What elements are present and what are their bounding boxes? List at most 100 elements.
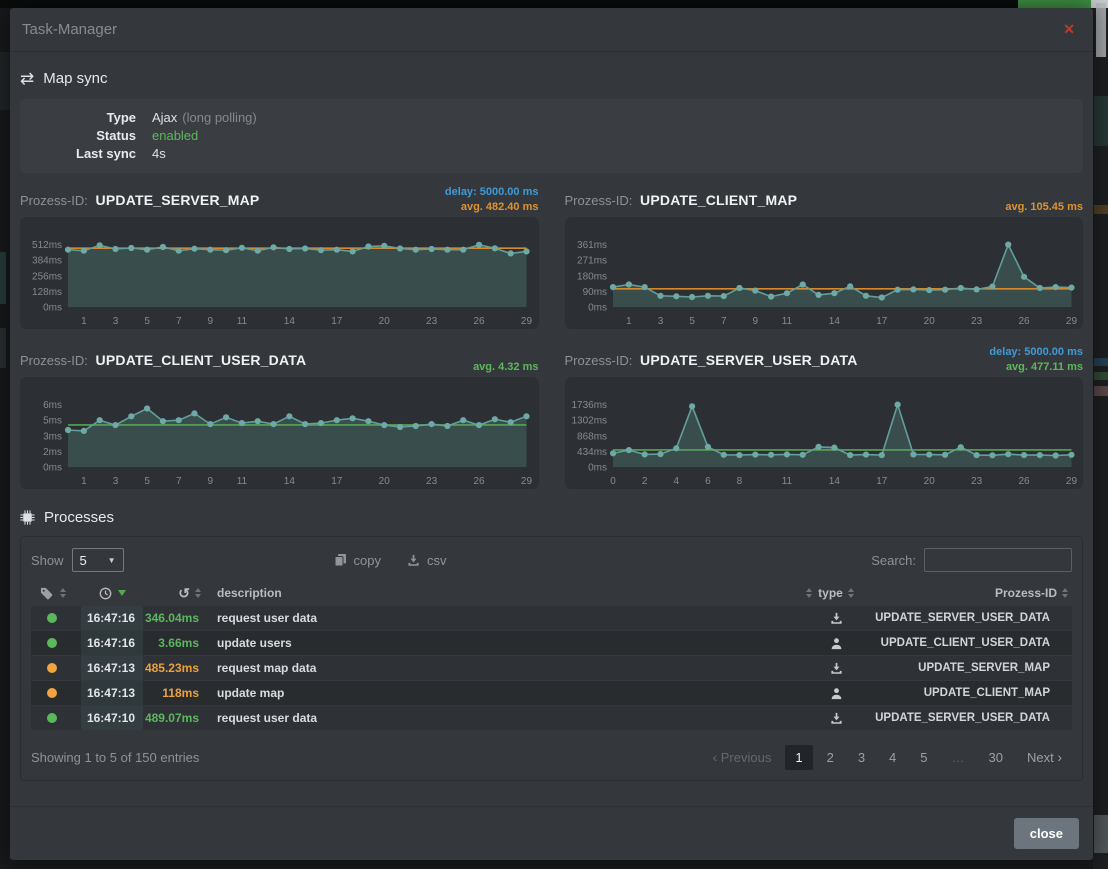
prozess-id-label: Prozess-ID: (20, 353, 88, 368)
table-controls: Show 5 ▼ copy (31, 545, 1072, 575)
underlying-page-fragment (1094, 386, 1108, 396)
svg-text:9: 9 (208, 476, 214, 487)
prozess-id-value: UPDATE_CLIENT_MAP (640, 192, 797, 208)
csv-button-label: csv (427, 553, 447, 568)
task-manager-modal: Task-Manager ✕ ⇄ Map sync Type Ajax(long… (10, 8, 1093, 860)
close-button[interactable]: close (1014, 818, 1079, 849)
svg-text:29: 29 (1065, 316, 1077, 327)
table-footer: Showing 1 to 5 of 150 entries ‹ Previous… (31, 740, 1072, 774)
svg-text:5ms: 5ms (43, 416, 62, 427)
pagination-next[interactable]: Next › (1017, 744, 1072, 770)
svg-text:2: 2 (641, 476, 647, 487)
svg-text:11: 11 (781, 476, 792, 487)
svg-text:26: 26 (1018, 476, 1030, 487)
sort-icon (60, 588, 66, 598)
charts-grid: Prozess-ID: UPDATE_SERVER_MAP delay: 500… (20, 183, 1083, 489)
svg-text:271ms: 271ms (577, 256, 607, 267)
status-dot-icon (47, 663, 57, 673)
svg-text:20: 20 (379, 476, 391, 487)
svg-text:3ms: 3ms (43, 431, 62, 442)
csv-button[interactable]: csv (407, 553, 447, 568)
close-icon[interactable]: ✕ (1057, 17, 1081, 42)
copy-icon (334, 553, 347, 567)
pagination-page-1[interactable]: 1 (785, 745, 812, 770)
svg-text:361ms: 361ms (577, 240, 607, 251)
avg-stat: avg. 482.40 ms (445, 200, 539, 215)
pagination-page-5[interactable]: 5 (910, 745, 937, 770)
pagination-page-4[interactable]: 4 (879, 745, 906, 770)
history-icon: ↺ (178, 586, 190, 600)
svg-text:17: 17 (331, 316, 343, 327)
description-header-label: description (217, 586, 282, 600)
chart-panel: 512ms384ms256ms128ms0ms13579111417202326… (20, 217, 539, 329)
server-download-icon (830, 712, 843, 725)
chart-title: Prozess-ID: UPDATE_CLIENT_USER_DATA (20, 352, 306, 368)
svg-text:26: 26 (473, 316, 485, 327)
download-icon (407, 554, 420, 567)
status-dot-icon (47, 613, 57, 623)
sort-header-duration[interactable]: ↺ (143, 586, 207, 600)
sort-header-type[interactable]: type (812, 586, 860, 600)
processes-heading-label: Processes (44, 509, 114, 526)
entries-summary: Showing 1 to 5 of 150 entries (31, 750, 199, 765)
modal-title: Task-Manager (22, 21, 117, 38)
svg-text:5: 5 (689, 316, 695, 327)
time-cell: 16:47:16 (81, 606, 143, 630)
chart-header: Prozess-ID: UPDATE_CLIENT_MAP avg. 105.4… (565, 183, 1084, 217)
sort-descending-icon (118, 590, 126, 596)
svg-text:0ms: 0ms (588, 463, 607, 474)
search-input[interactable] (924, 548, 1072, 572)
pagination-page-30[interactable]: 30 (979, 745, 1013, 770)
pagination-page-3[interactable]: 3 (848, 745, 875, 770)
underlying-page-fragment (0, 252, 6, 304)
svg-text:9: 9 (208, 316, 214, 327)
svg-text:29: 29 (1065, 476, 1077, 487)
sort-header-time[interactable] (81, 587, 143, 600)
chart-cell: Prozess-ID: UPDATE_CLIENT_USER_DATA avg.… (20, 343, 539, 489)
delay-stat: delay: 5000.00 ms (989, 345, 1083, 360)
pagination-page-2[interactable]: 2 (817, 745, 844, 770)
sort-header-prozess-id[interactable]: Prozess-ID (860, 586, 1072, 600)
prozess-id-value: UPDATE_SERVER_MAP (96, 192, 260, 208)
map-sync-info-panel: Type Ajax(long polling) Status enabled L… (20, 99, 1083, 173)
duration-cell: 346.04ms (143, 606, 207, 630)
info-label: Type (36, 109, 136, 127)
type-cell (812, 656, 860, 680)
time-cell: 16:47:13 (81, 656, 143, 680)
search-control: Search: (871, 548, 1072, 572)
prozess-id-label: Prozess-ID: (565, 353, 633, 368)
pagination-previous[interactable]: ‹ Previous (702, 744, 781, 770)
chevron-left-icon: ‹ (712, 749, 717, 765)
prozess-id-value: UPDATE_SERVER_USER_DATA (640, 352, 858, 368)
svg-text:3: 3 (113, 316, 119, 327)
status-dot-icon (47, 713, 57, 723)
info-row-status: Status enabled (36, 127, 1067, 145)
copy-button[interactable]: copy (334, 553, 381, 568)
chevron-right-icon: › (1057, 749, 1062, 765)
chart-panel: 6ms5ms3ms2ms0ms1357911141720232629 (20, 377, 539, 489)
processes-table-panel: Show 5 ▼ copy (20, 536, 1083, 781)
svg-text:20: 20 (923, 316, 935, 327)
svg-text:0ms: 0ms (43, 463, 62, 474)
cpu-chip-icon (20, 510, 35, 525)
map-sync-heading-label: Map sync (43, 70, 107, 87)
sort-header-status[interactable] (31, 587, 81, 600)
svg-text:434ms: 434ms (577, 447, 607, 458)
svg-text:14: 14 (828, 316, 840, 327)
table-rows: 16:47:16 346.04ms request user data UPDA… (31, 606, 1072, 730)
description-cell: request user data (207, 706, 812, 730)
svg-text:1736ms: 1736ms (571, 400, 607, 411)
status-cell (31, 606, 81, 630)
underlying-page-top (0, 0, 1108, 8)
chart-stats: avg. 105.45 ms (1005, 185, 1083, 215)
duration-cell: 485.23ms (143, 656, 207, 680)
underlying-page-fragment (1094, 372, 1108, 380)
svg-text:5: 5 (144, 476, 150, 487)
modal-footer: close (10, 806, 1093, 860)
sort-header-description[interactable]: description (207, 586, 812, 600)
svg-text:23: 23 (426, 476, 438, 487)
select-caret-icon: ▼ (108, 556, 116, 565)
page-length-select[interactable]: 5 ▼ (72, 548, 124, 572)
svg-text:9: 9 (752, 316, 758, 327)
svg-text:128ms: 128ms (32, 287, 62, 298)
